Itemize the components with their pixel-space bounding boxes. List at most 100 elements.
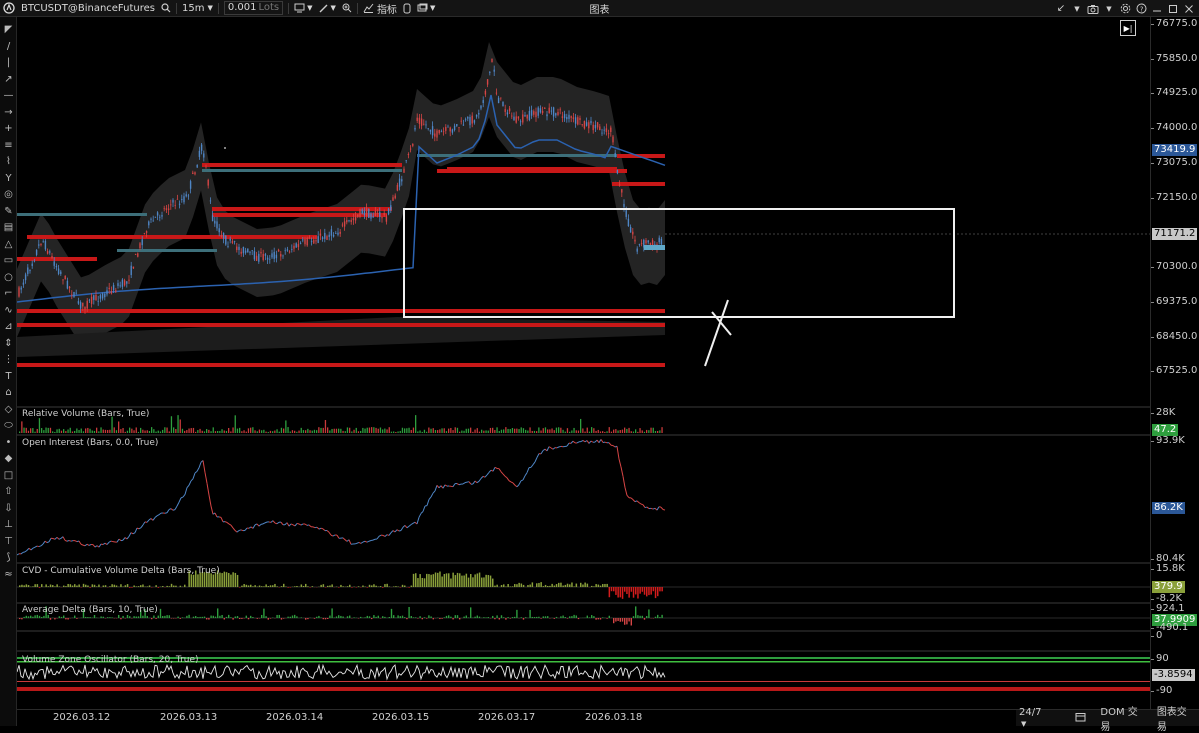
relative-volume-bar (419, 430, 420, 433)
vertical-line-icon[interactable]: | (2, 56, 15, 69)
open-interest-segment (131, 533, 133, 534)
search-icon[interactable] (158, 0, 174, 17)
symbol-label[interactable]: BTCUSDT@BinanceFutures (18, 0, 158, 17)
layout-icon[interactable]: ▼ (414, 0, 438, 17)
gann-icon[interactable]: ▤ (2, 221, 15, 234)
average-delta-bar (109, 617, 110, 618)
interval-selector[interactable]: 15m ▼ (179, 0, 216, 17)
down-arrow-icon[interactable]: ⇩ (2, 502, 15, 515)
callout-icon[interactable]: ◇ (2, 403, 15, 416)
up-arrow-icon[interactable]: ⇧ (2, 485, 15, 498)
candle-body (456, 124, 457, 126)
crosshair-icon[interactable]: + (2, 122, 15, 135)
trendline-icon[interactable]: / (2, 40, 15, 53)
cvd-bar (435, 572, 437, 587)
pattern-icon[interactable]: ⊿ (2, 320, 15, 333)
average-delta-bar (138, 616, 139, 618)
open-interest-segment (543, 449, 545, 451)
close-icon[interactable] (1182, 2, 1196, 16)
candle-body (256, 256, 257, 261)
camera-icon[interactable] (1086, 2, 1100, 16)
calendar-icon[interactable] (1072, 712, 1089, 725)
cursor-icon[interactable]: ◤ (2, 23, 15, 36)
dom-trading-button[interactable]: DOM 交易 (1097, 703, 1149, 733)
relative-volume-bar (441, 428, 442, 433)
cvd-bar (54, 586, 56, 587)
open-interest-segment (521, 480, 523, 481)
chart-type-button[interactable]: ▼ (291, 0, 315, 17)
open-interest-segment (69, 541, 71, 542)
capsule-icon[interactable]: ⬭ (2, 419, 15, 432)
open-interest-segment (273, 521, 275, 523)
candle-body (25, 274, 26, 280)
relative-volume-bar (169, 431, 170, 433)
price-axis[interactable]: 76775.0 75850.0 74925.0 74000.0 73075.0 … (1150, 17, 1199, 709)
candle-body (562, 116, 563, 118)
pitchfork-icon[interactable]: Y (2, 172, 15, 185)
goto-live-icon[interactable]: ▶| (1120, 20, 1136, 36)
measure-icon[interactable]: ⇕ (2, 337, 15, 350)
brush-icon[interactable]: ✎ (2, 205, 15, 218)
open-interest-segment (517, 485, 519, 487)
relative-volume-bar (206, 429, 207, 433)
triangle-icon[interactable]: △ (2, 238, 15, 251)
candle-body (298, 244, 299, 247)
open-interest-segment (177, 502, 179, 506)
help-icon[interactable]: ? (1134, 2, 1148, 16)
open-interest-segment (393, 531, 395, 532)
fib-icon[interactable]: ⌇ (2, 155, 15, 168)
template-icon[interactable] (400, 0, 414, 17)
relative-volume-bar (109, 430, 110, 433)
arrow-icon[interactable]: → (2, 106, 15, 119)
settings-icon[interactable] (1118, 2, 1132, 16)
cvd-bar (193, 575, 195, 587)
maximize-icon[interactable] (1166, 2, 1180, 16)
dot-icon[interactable]: • (2, 436, 15, 449)
price-chart[interactable] (17, 17, 1150, 709)
cvd-bar (457, 573, 459, 587)
ellipse-icon[interactable]: ◎ (2, 188, 15, 201)
open-interest-segment (159, 513, 161, 515)
zigzag-icon[interactable]: ⟆ (2, 551, 15, 564)
open-interest-segment (369, 540, 371, 541)
drawn-trendline (712, 312, 731, 335)
minimize-icon[interactable] (1150, 2, 1164, 16)
candle-body (348, 220, 349, 221)
wave-icon[interactable]: ∿ (2, 304, 15, 317)
short-position-icon[interactable]: ⊤ (2, 535, 15, 548)
zoom-icon[interactable] (339, 0, 355, 17)
ray-icon[interactable]: ↗ (2, 73, 15, 86)
path-icon[interactable]: ⌐ (2, 287, 15, 300)
candle-body (128, 280, 129, 281)
draw-tools-icon[interactable]: ▼ (316, 0, 339, 17)
text-icon[interactable]: T (2, 370, 15, 383)
chart-trading-button[interactable]: 图表交易 (1154, 703, 1199, 733)
horizontal-line-icon[interactable]: — (2, 89, 15, 102)
sync-icon[interactable]: ↙ (1054, 2, 1068, 16)
long-position-icon[interactable]: ⊥ (2, 518, 15, 531)
indicators-button[interactable]: 指标 (360, 0, 400, 17)
cvd-bar (613, 587, 615, 591)
cvd-bar (147, 586, 149, 587)
channel-icon[interactable]: ≡ (2, 139, 15, 152)
candle-body (278, 250, 279, 252)
circle-icon[interactable]: ○ (2, 271, 15, 284)
relative-volume-bar (340, 429, 341, 433)
chevron-down-icon: ▼ (307, 4, 312, 12)
app-logo-icon[interactable] (0, 0, 18, 17)
square-icon[interactable]: □ (2, 469, 15, 482)
time-axis[interactable]: 2026.03.12 2026.03.13 2026.03.14 2026.03… (17, 709, 1150, 726)
relative-volume-bar (576, 430, 577, 433)
rectangle-icon[interactable]: ▭ (2, 254, 15, 267)
chevron-down-icon[interactable]: ▼ (1070, 2, 1084, 16)
chevron-down-icon[interactable]: ▼ (1102, 2, 1116, 16)
price-tick: 75850.0 (1156, 53, 1197, 64)
candle-body (153, 221, 154, 222)
quantity-field[interactable]: 0.001Lots (221, 0, 286, 17)
wave2-icon[interactable]: ≈ (2, 568, 15, 581)
diamond-icon[interactable]: ◆ (2, 452, 15, 465)
average-delta-bar (292, 615, 293, 618)
dots-icon[interactable]: ⋮ (2, 353, 15, 366)
cvd-bar (45, 584, 47, 587)
tag-icon[interactable]: ⌂ (2, 386, 15, 399)
